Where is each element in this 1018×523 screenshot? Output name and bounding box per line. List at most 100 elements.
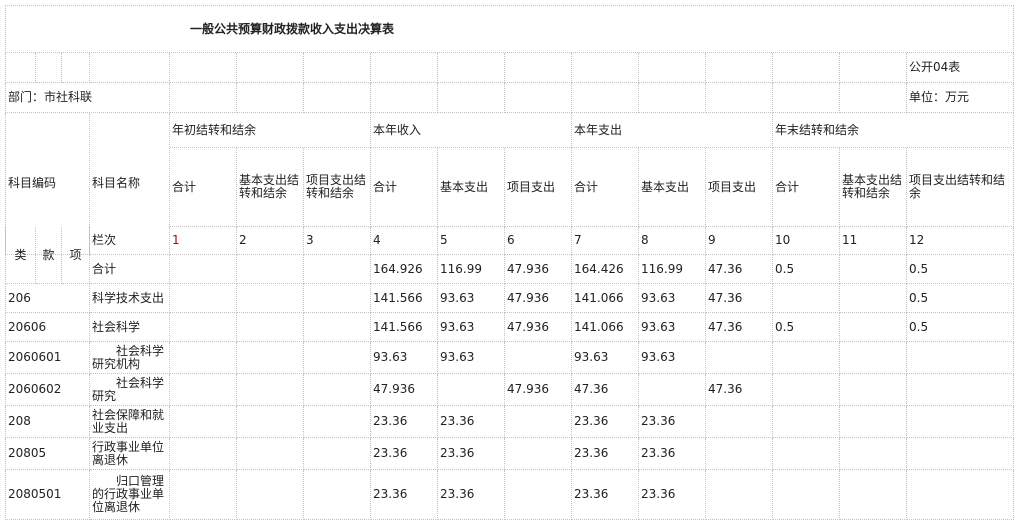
subheader-basic-exp: 基本支出: [438, 148, 505, 227]
blank-cell: [572, 53, 639, 83]
row-code: 2060601: [5, 342, 90, 374]
row-value: [840, 406, 907, 438]
row-value: 23.36: [572, 438, 639, 470]
row-value: 141.066: [572, 284, 639, 313]
row-value: 93.63: [438, 342, 505, 374]
row-name: 归口管理的行政事业单位离退休: [90, 470, 170, 520]
subheader-project-carry: 项目支出结转和结余: [304, 148, 371, 227]
row-value: [840, 284, 907, 313]
row-value: [304, 470, 371, 520]
row-value: [304, 313, 371, 342]
row-value: 93.63: [438, 284, 505, 313]
row-code: 20606: [5, 313, 90, 342]
header-group-begin-carryover: 年初结转和结余: [170, 113, 371, 148]
row-code: 2080501: [5, 470, 90, 520]
row-value: 0.5: [773, 313, 840, 342]
row-value: 0.5: [907, 255, 1014, 284]
blank-cell: [5, 53, 36, 83]
blank-cell: [237, 53, 304, 83]
blank-cell: [505, 53, 572, 83]
row-value: 93.63: [639, 284, 706, 313]
row-value: [170, 406, 237, 438]
row-value: [840, 313, 907, 342]
column-number: 1: [170, 227, 237, 255]
row-value: 0.5: [907, 313, 1014, 342]
row-value: [840, 255, 907, 284]
header-lanci: 栏次: [90, 227, 170, 255]
column-number: 9: [706, 227, 773, 255]
department-label: 部门：市社科联: [5, 83, 170, 113]
blank-cell: [62, 53, 90, 83]
row-value: [706, 342, 773, 374]
row-value: 93.63: [438, 313, 505, 342]
row-value: 23.36: [371, 438, 438, 470]
row-name: 社会科学研究机构: [90, 342, 170, 374]
row-value: [237, 342, 304, 374]
blank-cell: [773, 83, 840, 113]
row-value: [907, 470, 1014, 520]
row-value: [170, 374, 237, 406]
row-value: 47.936: [505, 374, 572, 406]
row-value: 116.99: [438, 255, 505, 284]
row-total-label: 合计: [90, 255, 170, 284]
row-value: [706, 406, 773, 438]
row-name: 社会保障和就业支出: [90, 406, 170, 438]
row-value: 93.63: [572, 342, 639, 374]
row-value: [907, 438, 1014, 470]
row-value: [639, 374, 706, 406]
row-value: [773, 342, 840, 374]
row-value: [840, 374, 907, 406]
column-number: 10: [773, 227, 840, 255]
blank-cell: [706, 53, 773, 83]
row-value: 23.36: [639, 406, 706, 438]
row-value: [907, 374, 1014, 406]
row-value: [505, 342, 572, 374]
blank-cell: [36, 53, 62, 83]
row-value: [773, 470, 840, 520]
row-value: 23.36: [371, 406, 438, 438]
row-value: [773, 374, 840, 406]
row-value: 23.36: [572, 470, 639, 520]
column-number: 5: [438, 227, 505, 255]
subheader-total: 合计: [170, 148, 237, 227]
header-group-income: 本年收入: [371, 113, 572, 148]
blank-cell: [639, 83, 706, 113]
row-value: [237, 374, 304, 406]
row-value: [237, 284, 304, 313]
blank-cell: [371, 53, 438, 83]
column-number: 11: [840, 227, 907, 255]
column-number: 6: [505, 227, 572, 255]
unit-label: 单位：万元: [907, 83, 1014, 113]
blank-cell: [840, 53, 907, 83]
subheader-basic-carry: 基本支出结转和结余: [237, 148, 304, 227]
header-lei: 类: [5, 227, 36, 284]
blank-cell: [706, 83, 773, 113]
blank-cell: [840, 83, 907, 113]
row-value: [237, 406, 304, 438]
row-value: [304, 342, 371, 374]
subheader-total: 合计: [773, 148, 840, 227]
blank-cell: [371, 83, 438, 113]
subheader-basic-exp: 基本支出: [639, 148, 706, 227]
row-value: [170, 255, 237, 284]
blank-cell: [170, 53, 237, 83]
row-value: 23.36: [639, 470, 706, 520]
row-value: 141.566: [371, 313, 438, 342]
row-value: [840, 470, 907, 520]
row-value: [907, 406, 1014, 438]
row-value: [505, 470, 572, 520]
row-value: [170, 342, 237, 374]
row-value: [237, 470, 304, 520]
subheader-total: 合计: [572, 148, 639, 227]
row-value: [840, 438, 907, 470]
row-value: [840, 342, 907, 374]
row-name: 行政事业单位离退休: [90, 438, 170, 470]
row-value: [237, 438, 304, 470]
row-value: 47.36: [706, 284, 773, 313]
row-value: [304, 255, 371, 284]
row-name: 社会科学: [90, 313, 170, 342]
column-number: 12: [907, 227, 1014, 255]
blank-cell: [304, 53, 371, 83]
row-value: 47.36: [706, 374, 773, 406]
blank-cell: [438, 83, 505, 113]
